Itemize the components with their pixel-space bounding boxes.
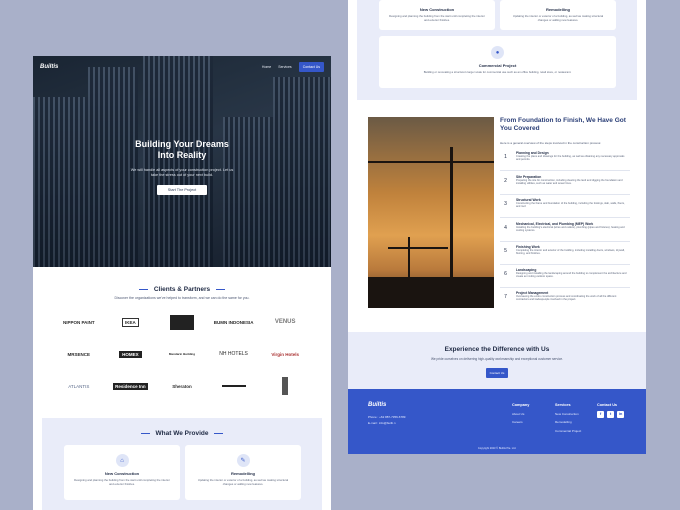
client-logo: VENUS: [274, 318, 296, 325]
footer-contact-heading: Contact Us: [597, 403, 618, 407]
process-step: 4 Mechanical, Electrical, and Plumbing (…: [500, 222, 630, 241]
process-step: 5 Finishing Work Completing the interior…: [500, 245, 630, 264]
copyright: Copyright 2023 © Builtis Pte. Ltd.: [477, 447, 517, 450]
services-cards-continued: New Construction Designing and planning …: [357, 0, 637, 100]
footer: Builtis Phone : +62 887-7356-6789 E-mail…: [348, 389, 646, 454]
service-card-remodelling[interactable]: Remodelling Updating the interior or ext…: [500, 0, 616, 30]
process-section: From Foundation to Finish, We Have Got Y…: [348, 100, 646, 332]
landing-page-preview-left: Builtis Home Services Contact Us Buildin…: [33, 56, 331, 510]
client-logo: [259, 376, 311, 396]
hero-subtitle: We will handle all aspects of your const…: [130, 168, 234, 177]
service-card-new-construction[interactable]: ⌂ New Construction Designing and plannin…: [64, 445, 180, 500]
start-project-button[interactable]: Start The Project: [156, 185, 208, 195]
client-logo: Virgin Hotels: [271, 351, 300, 357]
service-card-new-construction[interactable]: New Construction Designing and planning …: [379, 0, 495, 30]
client-logo: [208, 376, 260, 396]
clients-title: Clients & Partners: [153, 286, 211, 293]
nav-services[interactable]: Services: [278, 65, 291, 69]
cta-section: Experience the Difference with Us We pri…: [348, 332, 646, 389]
footer-company-heading: Company: [512, 403, 530, 407]
client-logo: ATLANTIS: [68, 383, 90, 389]
services-title: What We Provide: [155, 430, 209, 437]
footer-link-new-construction[interactable]: New Construction: [555, 410, 581, 419]
footer-link-remodelling[interactable]: Remodelling: [555, 418, 581, 427]
hero-section: Builtis Home Services Contact Us Buildin…: [33, 56, 331, 267]
client-logo: Mandarin Building: [168, 351, 196, 356]
service-card-remodelling[interactable]: ✎ Remodelling Updating the interior or e…: [185, 445, 301, 500]
process-step: 3 Structural Work Constructing the frame…: [500, 198, 630, 217]
client-logo: BUMN INDONESIA: [213, 319, 254, 325]
cta-title: Experience the Difference with Us: [444, 346, 550, 353]
client-logo: MRSENCE: [67, 351, 91, 357]
clients-subtitle: Discover the organizations we've helped …: [114, 296, 250, 300]
home-icon: ⌂: [115, 454, 129, 467]
client-logo: HOMEX: [105, 344, 157, 364]
client-logo: IKEA: [105, 312, 157, 332]
landing-page-preview-right: New Construction Designing and planning …: [348, 0, 646, 454]
footer-link-about[interactable]: About Us: [512, 410, 529, 419]
client-logo: [156, 312, 208, 332]
crane-photo: [368, 117, 494, 308]
footer-link-commercial[interactable]: Commercial Project: [555, 427, 581, 436]
client-logo: NIPPON PAINT: [62, 319, 95, 325]
user-icon: ●: [491, 46, 504, 59]
cta-contact-button[interactable]: Contact Us: [485, 368, 509, 378]
service-card-commercial[interactable]: ● Commercial Project Building or renovat…: [379, 36, 616, 88]
facebook-icon[interactable]: f: [597, 410, 604, 418]
client-logo: Residence Inn: [113, 382, 148, 390]
footer-services-heading: Services: [555, 403, 571, 407]
linkedin-icon[interactable]: in: [617, 410, 624, 418]
nav-home[interactable]: Home: [262, 65, 271, 69]
twitter-icon[interactable]: t: [607, 410, 614, 418]
hero-title: Building Your Dreams Into Reality: [135, 139, 229, 160]
process-subtitle: Here is a general overview of the steps …: [500, 141, 602, 145]
brand-logo[interactable]: Builtis: [40, 64, 58, 70]
footer-link-careers[interactable]: Careers: [512, 418, 529, 427]
hammer-icon: ✎: [236, 454, 250, 467]
footer-email[interactable]: E-mail : info@builti.n: [368, 420, 405, 426]
process-step: 6 Landscaping Designing and installing t…: [500, 268, 630, 287]
clients-section: Clients & Partners Discover the organiza…: [33, 267, 331, 413]
client-logo: NH HOTELS: [219, 350, 248, 357]
cta-subtitle: We pride ourselves on delivering high-qu…: [430, 357, 564, 361]
footer-logo[interactable]: Builtis: [368, 402, 386, 408]
process-step: 7 Project Management Overseeing the enti…: [504, 291, 617, 302]
services-section: What We Provide ⌂ New Construction Desig…: [42, 418, 322, 510]
nav-contact-button[interactable]: Contact Us: [298, 62, 324, 72]
process-step: 2 Site Preparation Preparing the site fo…: [500, 175, 630, 194]
process-step: 1 Planning and Design Creating the plans…: [500, 151, 630, 170]
client-logo: Sheraton: [172, 383, 192, 389]
process-title: From Foundation to Finish, We Have Got Y…: [500, 117, 626, 132]
top-nav: Builtis Home Services Contact Us: [33, 56, 331, 78]
